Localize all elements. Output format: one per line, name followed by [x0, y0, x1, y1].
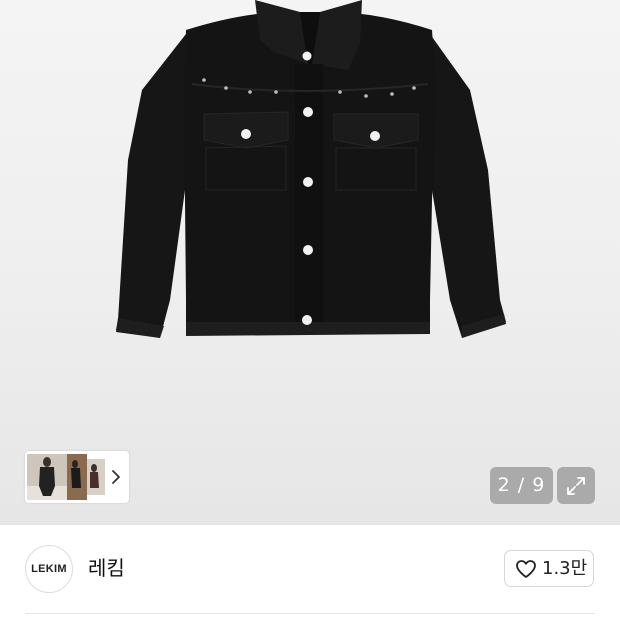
thumbnail-strip[interactable]: [25, 451, 129, 503]
expand-arrows-icon: [567, 477, 585, 495]
brand-row: LEKIM 레킴 1.3만: [0, 525, 620, 615]
expand-image-button[interactable]: [557, 467, 595, 504]
brand-name[interactable]: 레킴: [88, 555, 125, 581]
product-image-gallery[interactable]: 2 / 9: [0, 0, 620, 525]
divider: [25, 613, 595, 614]
image-page-counter: 2 / 9: [490, 467, 553, 504]
heart-outline-icon: [516, 560, 536, 578]
like-count: 1.3만: [542, 558, 588, 579]
like-button[interactable]: 1.3만: [504, 550, 594, 587]
brand-logo[interactable]: LEKIM: [25, 545, 73, 593]
thumbnail-images[interactable]: [27, 454, 107, 500]
product-image-black-denim-jacket[interactable]: [0, 0, 620, 525]
chevron-right-icon[interactable]: [109, 465, 123, 489]
